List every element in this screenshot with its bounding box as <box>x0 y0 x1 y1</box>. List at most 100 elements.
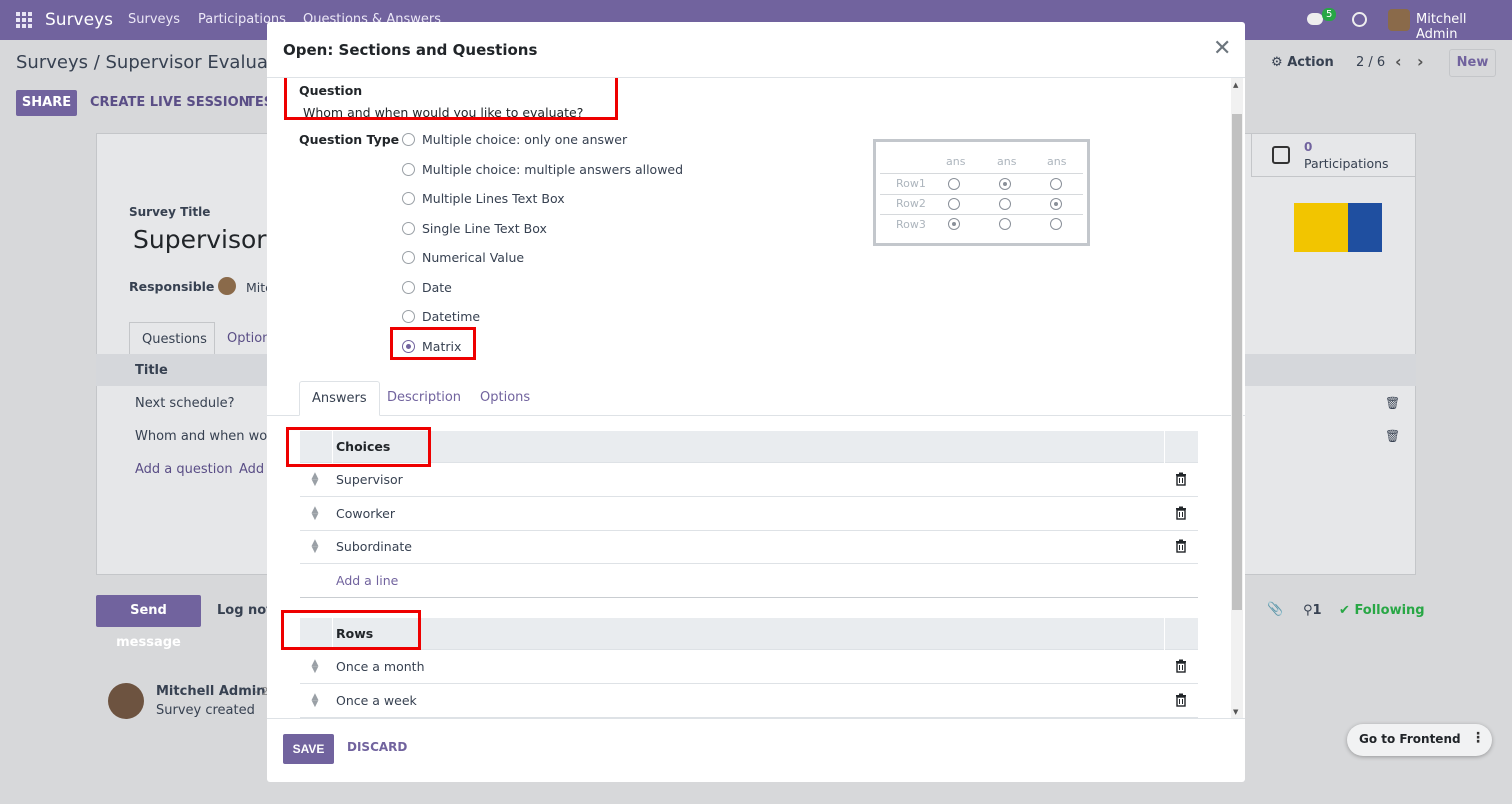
option-label: Multiple choice: multiple answers allowe… <box>422 161 684 177</box>
table-row[interactable]: ▲ ▼ Once a week <box>300 684 1198 718</box>
matrix-radio-selected-icon <box>948 218 960 230</box>
choices-table-header: Choices <box>300 431 1198 463</box>
question-type-option[interactable]: Numerical Value <box>402 248 524 266</box>
question-type-option[interactable]: Multiple Lines Text Box <box>402 189 565 207</box>
drag-handle-icon[interactable]: ▲ ▼ <box>310 472 320 488</box>
trash-icon[interactable]: 🗑 <box>1385 396 1400 410</box>
matrix-row-label: Row3 <box>896 218 926 231</box>
discard-button[interactable]: DISCARD <box>347 740 407 754</box>
question-row-2[interactable]: Whom and when would <box>135 429 287 444</box>
tab-options[interactable]: Options <box>468 381 542 416</box>
matrix-col-header: ans <box>1047 155 1067 168</box>
option-label: Date <box>422 279 452 295</box>
survey-background-image <box>1294 203 1382 252</box>
drag-handle-icon[interactable]: ▲ ▼ <box>310 693 320 709</box>
followers-button[interactable]: ⚲1 <box>1303 603 1322 618</box>
table-row[interactable]: ▲ ▼ Once a month <box>300 650 1198 684</box>
user-icon: ⚲ <box>1303 603 1313 618</box>
question-type-label: Question Type <box>299 132 400 147</box>
go-to-frontend-button[interactable]: Go to Frontend ⋮ <box>1347 724 1492 756</box>
trash-icon[interactable]: 🗑 <box>1385 429 1400 443</box>
pager-value[interactable]: 2 / 6 <box>1356 55 1385 70</box>
add-choice-line-link[interactable]: Add a line <box>336 573 398 588</box>
new-button[interactable]: New <box>1449 49 1496 77</box>
choice-value[interactable]: Supervisor <box>336 472 403 487</box>
chat-icon[interactable] <box>1307 13 1323 25</box>
matrix-divider <box>880 214 1083 215</box>
option-label: Datetime <box>422 308 481 324</box>
trash-icon[interactable] <box>1174 506 1188 520</box>
question-type-option[interactable]: Single Line Text Box <box>402 219 547 237</box>
send-message-button[interactable]: Send message <box>96 595 201 650</box>
trash-icon[interactable] <box>1174 472 1188 486</box>
matrix-row-label: Row1 <box>896 177 926 190</box>
create-live-session-button[interactable]: CREATE LIVE SESSION <box>90 95 250 110</box>
tab-description[interactable]: Description <box>375 381 473 416</box>
choice-value[interactable]: Coworker <box>336 506 395 521</box>
question-type-option-matrix[interactable]: Matrix <box>402 337 461 355</box>
matrix-radio-icon <box>1050 218 1062 230</box>
activity-clock-icon[interactable] <box>1352 12 1367 27</box>
row-value[interactable]: Once a month <box>336 659 425 674</box>
dialog-header: Open: Sections and Questions ✕ <box>267 22 1245 78</box>
radio-icon <box>402 162 415 176</box>
responsible-avatar <box>218 277 236 295</box>
tab-answers[interactable]: Answers <box>299 381 380 416</box>
matrix-preview: ans ans ans Row1 Row2 Row3 <box>873 139 1090 246</box>
tab-options[interactable]: Option <box>227 331 270 346</box>
trash-icon[interactable] <box>1174 539 1188 553</box>
survey-title-label: Survey Title <box>129 205 211 219</box>
question-type-option[interactable]: Datetime <box>402 307 480 325</box>
app-brand[interactable]: Surveys <box>45 10 113 30</box>
question-type-option[interactable]: Multiple choice: multiple answers allowe… <box>402 160 683 178</box>
user-avatar[interactable] <box>1388 9 1410 31</box>
app-menu-icon[interactable] <box>16 12 32 28</box>
radio-icon <box>402 280 415 294</box>
save-button[interactable]: SAVE <box>283 734 334 764</box>
add-question-link[interactable]: Add a question <box>135 462 233 477</box>
dialog-footer: SAVE DISCARD <box>267 718 1245 782</box>
drag-handle-icon[interactable]: ▲ ▼ <box>310 539 320 555</box>
user-name[interactable]: Mitchell Admin <box>1416 12 1512 42</box>
participations-smart-button[interactable]: 0 Participations <box>1251 133 1416 177</box>
action-menu-button[interactable]: ⚙ Action <box>1271 55 1334 70</box>
more-vertical-icon[interactable]: ⋮ <box>1471 730 1485 746</box>
question-type-option[interactable]: Multiple choice: only one answer <box>402 130 627 148</box>
pager-prev-icon[interactable]: ‹ <box>1395 52 1402 71</box>
column-separator <box>1164 431 1165 463</box>
matrix-radio-icon <box>948 198 960 210</box>
scroll-up-icon[interactable]: ▲ <box>1233 81 1238 89</box>
survey-title-value[interactable]: Supervisor <box>133 225 267 254</box>
choice-value[interactable]: Subordinate <box>336 539 412 554</box>
scroll-down-icon[interactable]: ▼ <box>1233 708 1238 716</box>
question-input[interactable]: Whom and when would you like to evaluate… <box>303 105 583 120</box>
table-row[interactable]: ▲ ▼ Coworker <box>300 497 1198 531</box>
menu-surveys[interactable]: Surveys <box>128 12 180 27</box>
scrollbar-thumb[interactable] <box>1232 114 1242 610</box>
radio-selected-icon <box>402 339 415 353</box>
participations-label: Participations <box>1304 156 1389 171</box>
paperclip-icon[interactable]: 📎 <box>1267 602 1283 617</box>
drag-handle-icon[interactable]: ▲ ▼ <box>310 659 320 675</box>
close-icon[interactable]: ✕ <box>1213 38 1231 60</box>
dialog-title: Open: Sections and Questions <box>283 41 538 59</box>
chatter-author[interactable]: Mitchell Admin <box>156 684 265 699</box>
matrix-divider <box>880 173 1083 174</box>
dialog-scrollbar[interactable]: ▲ ▼ <box>1231 78 1243 718</box>
question-row-1[interactable]: Next schedule? <box>135 396 235 411</box>
following-label: Following <box>1354 603 1425 618</box>
row-value[interactable]: Once a week <box>336 693 417 708</box>
add-section-link[interactable]: Add <box>239 462 264 477</box>
question-type-option[interactable]: Date <box>402 278 452 296</box>
table-row[interactable]: ▲ ▼ Subordinate <box>300 530 1198 564</box>
trash-icon[interactable] <box>1174 693 1188 707</box>
radio-icon <box>402 132 415 146</box>
following-button[interactable]: ✔ Following <box>1339 603 1425 618</box>
share-button[interactable]: SHARE <box>16 90 77 116</box>
drag-handle-icon[interactable]: ▲ ▼ <box>310 506 320 522</box>
pager-next-icon[interactable]: › <box>1417 52 1424 71</box>
tab-questions[interactable]: Questions <box>129 322 215 355</box>
table-row[interactable]: ▲ ▼ Supervisor <box>300 463 1198 497</box>
trash-icon[interactable] <box>1174 659 1188 673</box>
followers-count: 1 <box>1312 603 1322 618</box>
